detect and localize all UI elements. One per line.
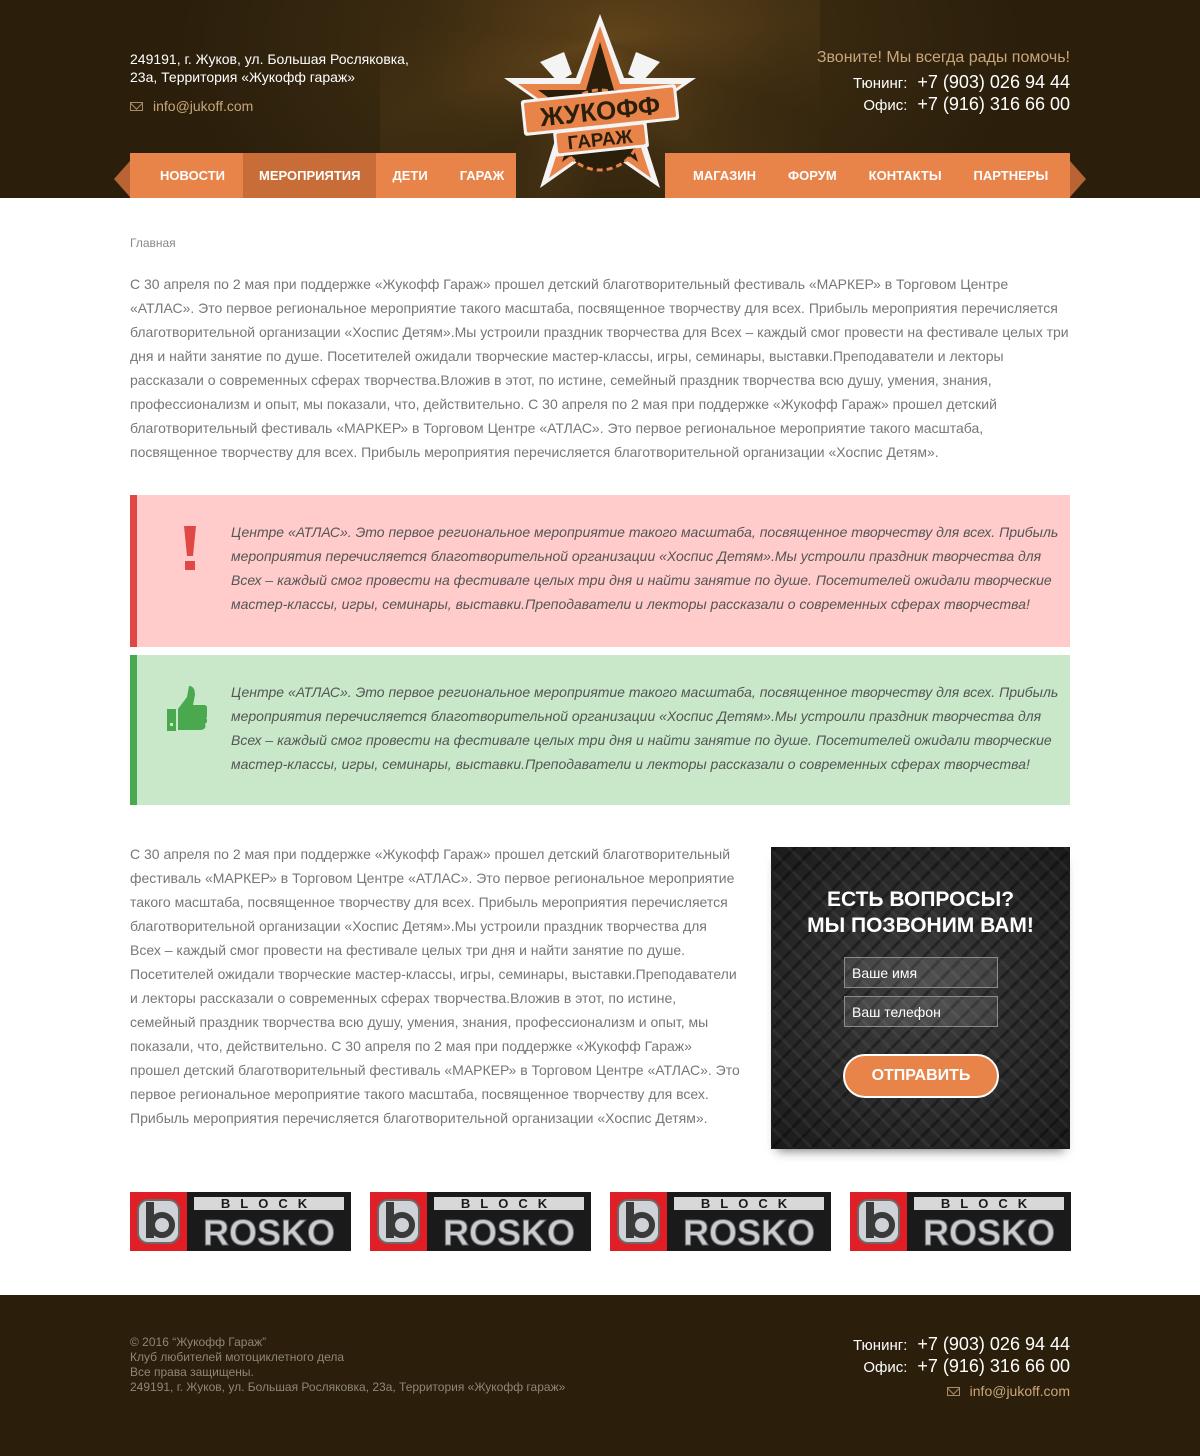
phone-label: Офис:	[863, 97, 908, 114]
main-nav-right: Магазин Форум Контакты Партнеры	[665, 153, 1070, 198]
thumbs-up-icon	[167, 686, 207, 731]
nav-item-forum[interactable]: Форум	[772, 153, 853, 198]
name-input[interactable]: Ваше имя	[844, 957, 998, 988]
site-footer: © 2016 “Жукофф Гараж” Клуб любителей мот…	[0, 1295, 1200, 1456]
phone-input[interactable]: Ваш телефон	[844, 996, 998, 1027]
callback-title-line2: МЫ ПОЗВОНИМ ВАМ!	[807, 914, 1034, 937]
phone-number[interactable]: +7 (916) 316 66 00	[917, 1356, 1070, 1377]
partner-word2: ROSKO	[203, 1212, 335, 1251]
phone-label: Тюнинг:	[853, 1337, 908, 1354]
partner-word1: BLOCK	[461, 1196, 557, 1211]
warning-alert: Центре «АТЛАС». Это первое региональное …	[130, 495, 1070, 647]
phone-label: Тюнинг:	[853, 75, 908, 92]
callback-title-line1: ЕСТЬ ВОПРОСЫ?	[826, 888, 1015, 911]
header-phones: Тюнинг: +7 (903) 026 94 44 Офис: +7 (916…	[853, 72, 1070, 116]
callback-form: ЕСТЬ ВОПРОСЫ? МЫ ПОЗВОНИМ ВАМ! Ваше имя …	[771, 847, 1070, 1149]
footer-rights: Все права защищены.	[130, 1365, 254, 1379]
header-email-text[interactable]: info@jukoff.com	[153, 98, 253, 114]
nav-ribbon-left	[114, 161, 130, 197]
partner-word2: ROSKO	[683, 1212, 815, 1251]
submit-button[interactable]: Отправить	[843, 1054, 999, 1098]
partner-word1: BLOCK	[941, 1196, 1037, 1211]
phone-label: Офис:	[863, 1359, 908, 1376]
partner-logo[interactable]: BLOCK ROSKO	[850, 1192, 1071, 1251]
nav-item-contacts[interactable]: Контакты	[853, 153, 958, 198]
footer-address: 249191, г. Жуков, ул. Большая Росляковка…	[130, 1380, 566, 1394]
partner-word2: ROSKO	[443, 1212, 575, 1251]
nav-ribbon-right	[1070, 161, 1086, 197]
phone-line-tuning: Тюнинг: +7 (903) 026 94 44	[853, 72, 1070, 94]
phone-line-office: Офис: +7 (916) 316 66 00	[853, 94, 1070, 116]
partner-word2: ROSKO	[923, 1212, 1055, 1251]
nav-item-kids[interactable]: Дети	[376, 153, 443, 198]
partner-logo[interactable]: BLOCK ROSKO	[610, 1192, 831, 1251]
exclamation-icon	[184, 526, 196, 570]
footer-phones: Тюнинг: +7 (903) 026 94 44 Офис: +7 (916…	[853, 1334, 1070, 1378]
success-alert: Центре «АТЛАС». Это первое региональное …	[130, 655, 1070, 805]
nav-item-events[interactable]: Мероприятия	[243, 153, 377, 198]
partner-logo[interactable]: BLOCK ROSKO	[370, 1192, 591, 1251]
nav-item-news[interactable]: Новости	[130, 153, 243, 198]
phone-number[interactable]: +7 (903) 026 94 44	[917, 1334, 1070, 1355]
callback-title: ЕСТЬ ВОПРОСЫ? МЫ ПОЗВОНИМ ВАМ!	[771, 887, 1070, 939]
header-address: 249191, г. Жуков, ул. Большая Росляковка…	[130, 51, 409, 85]
footer-info: © 2016 “Жукофф Гараж” Клуб любителей мот…	[130, 1335, 565, 1395]
header-email[interactable]: info@jukoff.com	[130, 98, 253, 114]
footer-copyright: © 2016 “Жукофф Гараж”	[130, 1335, 267, 1349]
partners-row: BLOCK ROSKO BLOCK ROSKO BLOCK ROSKO BLOC…	[130, 1192, 1071, 1252]
phone-line-tuning: Тюнинг: +7 (903) 026 94 44	[853, 1334, 1070, 1356]
phone-line-office: Офис: +7 (916) 316 66 00	[853, 1356, 1070, 1378]
partner-logo[interactable]: BLOCK ROSKO	[130, 1192, 351, 1251]
envelope-icon	[130, 101, 143, 111]
footer-club: Клуб любителей мотоциклетного дела	[130, 1350, 345, 1364]
breadcrumb[interactable]: Главная	[130, 236, 176, 250]
partner-word1: BLOCK	[221, 1196, 317, 1211]
body-paragraph: С 30 апреля по 2 мая при поддержке «Жуко…	[130, 846, 740, 1126]
footer-email[interactable]: info@jukoff.com	[946, 1383, 1070, 1399]
header-call-text: Звоните! Мы всегда рады помочь!	[816, 49, 1070, 66]
phone-number[interactable]: +7 (916) 316 66 00	[917, 94, 1070, 115]
footer-email-text[interactable]: info@jukoff.com	[970, 1383, 1070, 1399]
partner-word1: BLOCK	[701, 1196, 797, 1211]
success-alert-text: Центре «АТЛАС». Это первое региональное …	[231, 684, 1059, 772]
nav-item-partners[interactable]: Партнеры	[958, 153, 1065, 198]
phone-number[interactable]: +7 (903) 026 94 44	[917, 72, 1070, 93]
site-logo[interactable]: ЖУКОФФ ГАРАЖ	[500, 12, 700, 204]
envelope-icon	[946, 1386, 960, 1396]
intro-paragraph: С 30 апреля по 2 мая при поддержке «Жуко…	[130, 276, 1069, 460]
warning-alert-text: Центре «АТЛАС». Это первое региональное …	[231, 524, 1059, 612]
main-nav-left: Новости Мероприятия Дети Гараж	[130, 153, 516, 198]
